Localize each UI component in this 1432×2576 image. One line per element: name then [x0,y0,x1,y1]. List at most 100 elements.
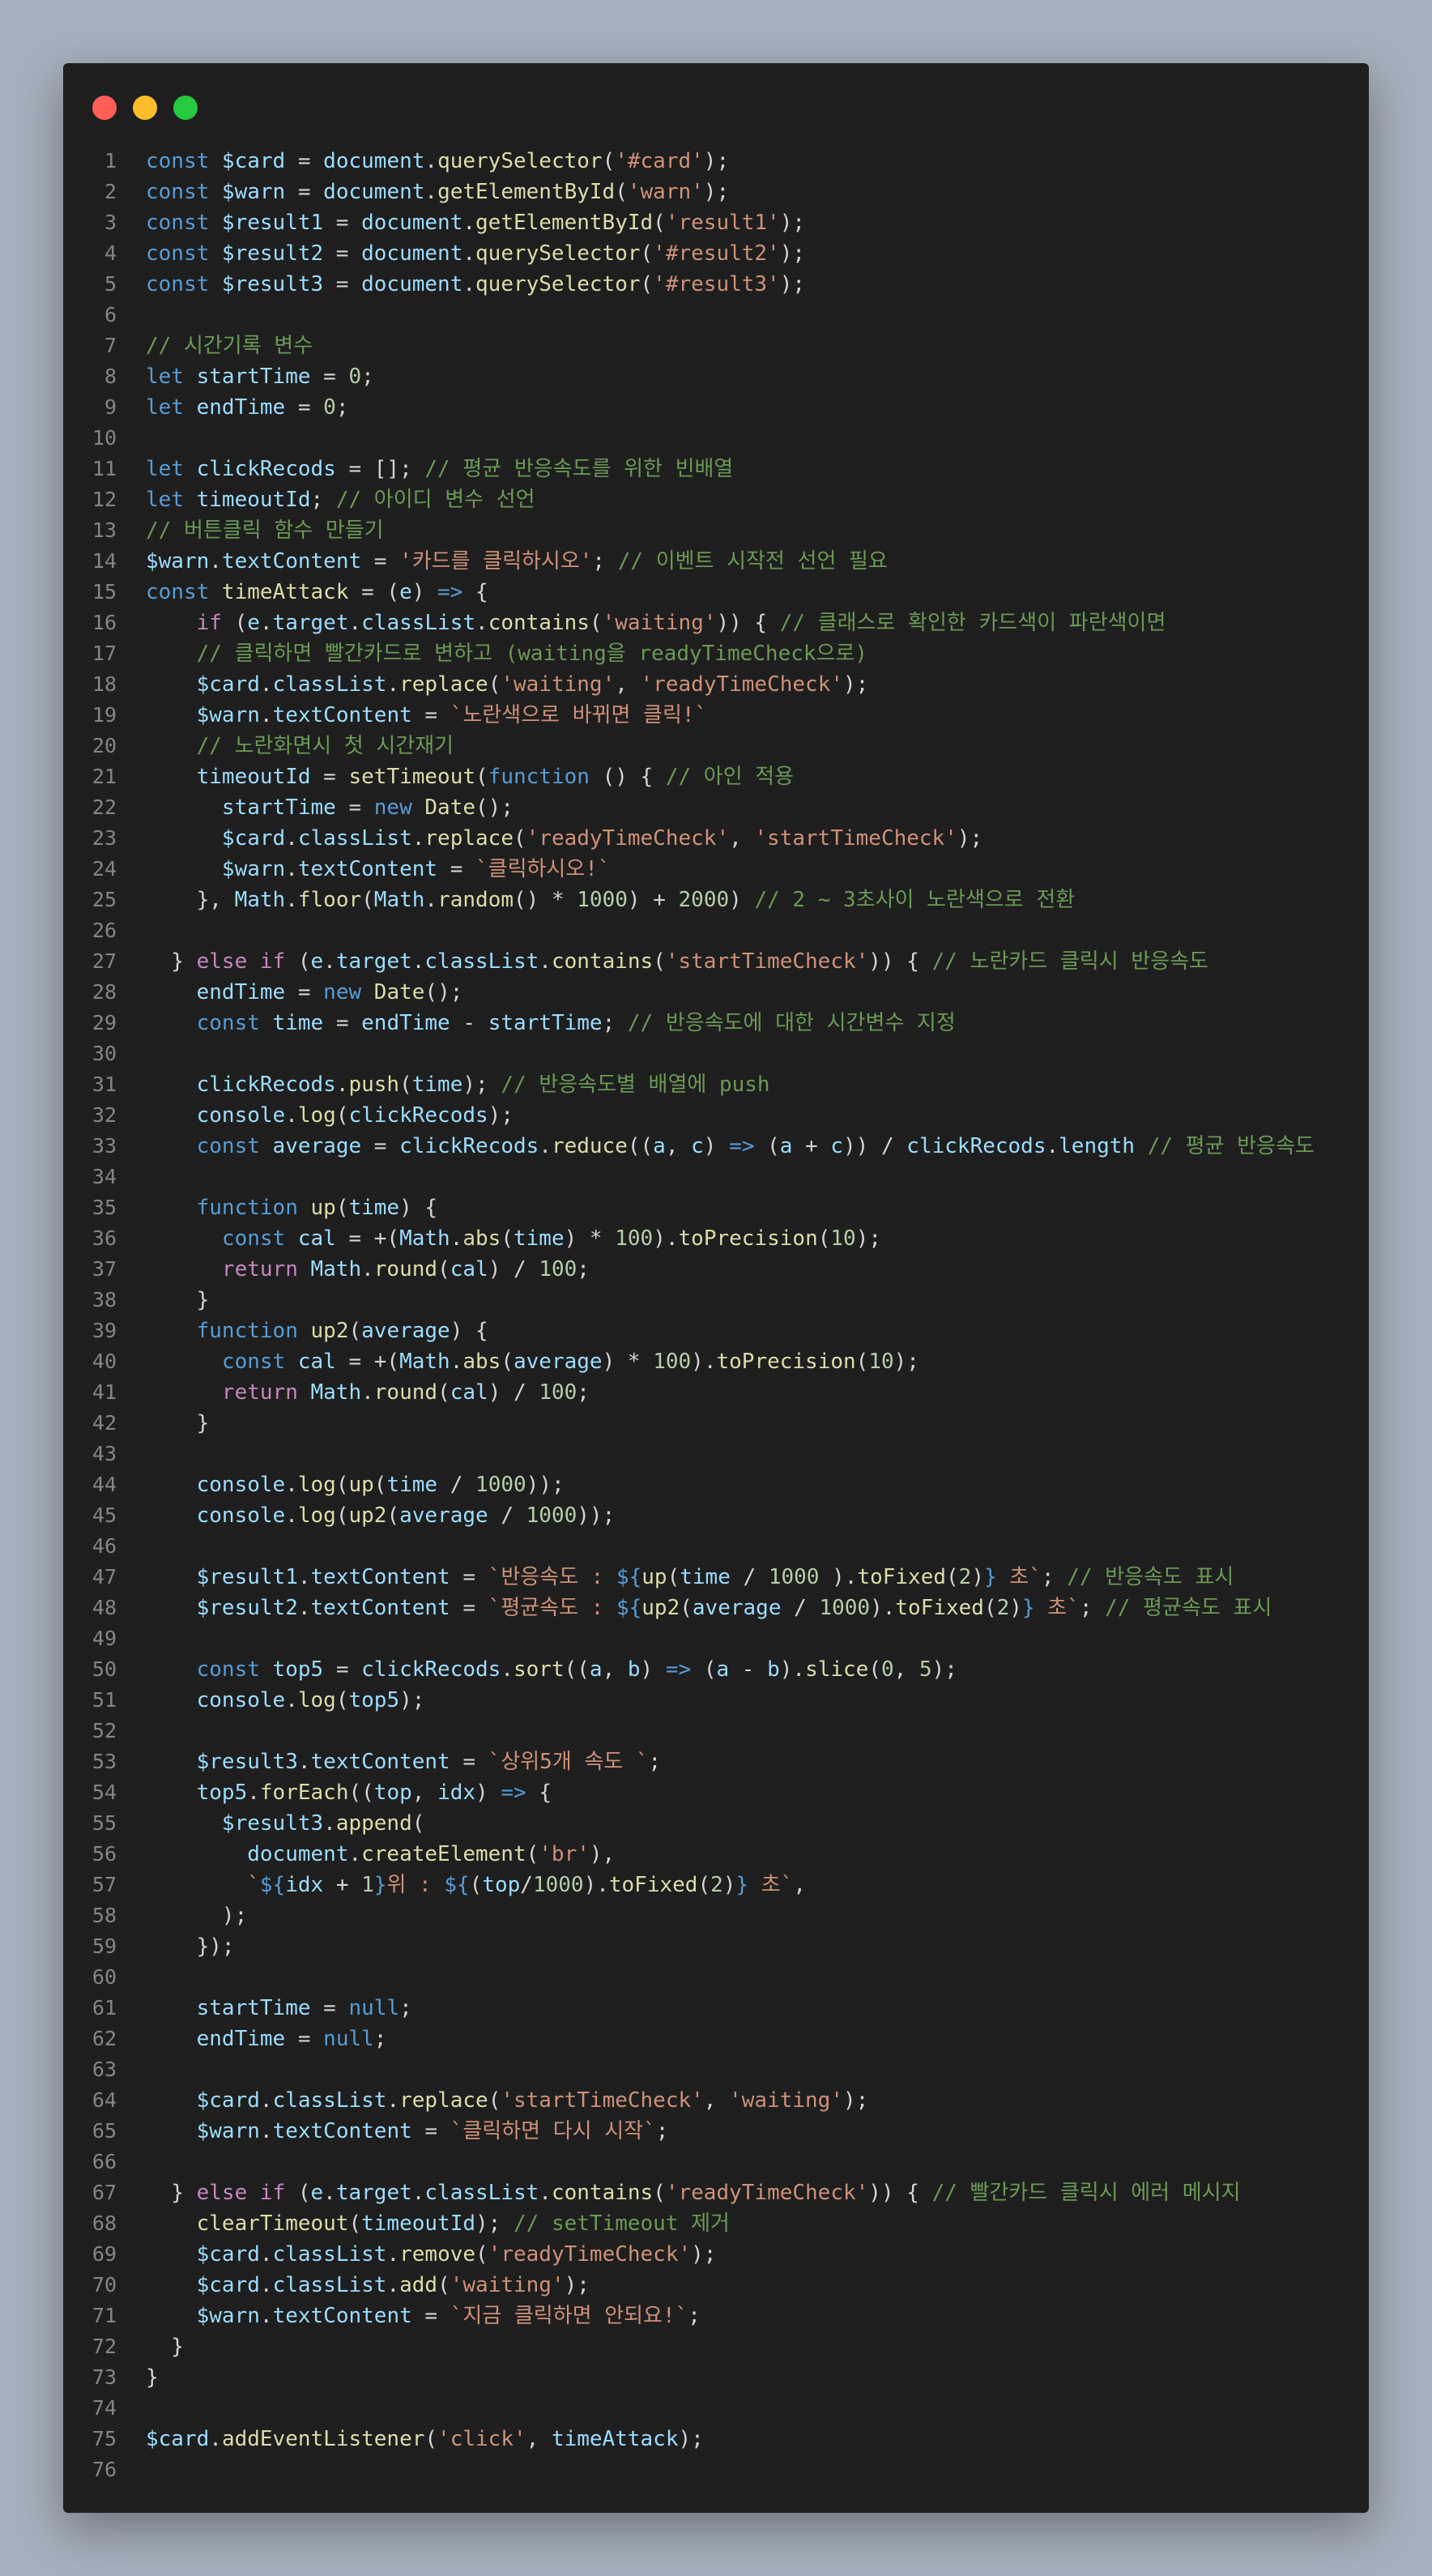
line-number: 34 [92,1165,117,1188]
line-number: 69 [92,2242,117,2266]
line-code: let timeoutId; // 아이디 변수 선언 [146,488,535,512]
line-code: $card.classList.replace('readyTimeCheck'… [221,826,983,851]
line-code: top5.forEach((top, idx) => { [196,1781,552,1805]
line-code: const $warn = document.getElementById('w… [146,180,730,204]
line-number: 7 [104,334,117,357]
line-number: 68 [92,2211,117,2235]
code-line: 50 const top5 = clickRecods.sort((a, b) … [63,1654,1369,1685]
code-line: 19 $warn.textContent = `노란색으로 바뀌면 클릭!` [63,700,1369,731]
code-line: 59 }); [63,1931,1369,1962]
line-code: // 클릭하면 빨간카드로 변하고 (waiting을 readyTimeChe… [196,642,868,666]
code-line: 29 const time = endTime - startTime; // … [63,1008,1369,1039]
line-number: 23 [92,826,117,850]
line-code: timeoutId = setTimeout(function () { // … [196,765,795,789]
line-code: // 시간기록 변수 [146,334,313,358]
code-line: 56 document.createElement('br'), [63,1839,1369,1870]
line-code: const top5 = clickRecods.sort((a, b) => … [196,1657,957,1682]
code-line: 45 console.log(up2(average / 1000)); [63,1500,1369,1531]
line-code: return Math.round(cal) / 100; [221,1380,590,1405]
line-number: 59 [92,1934,117,1958]
code-line: 57 `${idx + 1}위 : ${(top/1000).toFixed(2… [63,1870,1369,1900]
line-number: 56 [92,1842,117,1866]
line-number: 72 [92,2335,117,2358]
close-window-button[interactable] [92,96,117,120]
line-code: } else if (e.target.classList.contains('… [146,949,1208,974]
code-line: 52 [63,1716,1369,1746]
code-line: 24 $warn.textContent = `클릭하시오!` [63,854,1369,885]
line-code: // 버튼클릭 함수 만들기 [146,518,384,543]
line-code: clearTimeout(timeoutId); // setTimeout 제… [196,2211,730,2236]
code-line: 44 console.log(up(time / 1000)); [63,1469,1369,1500]
line-number: 65 [92,2119,117,2143]
line-number: 39 [92,1319,117,1342]
line-code: $result3.append( [221,1811,425,1836]
line-code: console.log(up2(average / 1000)); [196,1503,616,1528]
code-window: 1 const $card = document.querySelector('#… [63,63,1369,2513]
line-number: 74 [92,2396,117,2420]
line-number: 32 [92,1103,117,1127]
line-code: console.log(up(time / 1000)); [196,1473,565,1497]
line-number: 66 [92,2150,117,2173]
line-code: let startTime = 0; [146,365,374,389]
line-number: 38 [92,1288,117,1311]
code-line: 71 $warn.textContent = `지금 클릭하면 안되요!`; [63,2301,1369,2331]
line-number: 51 [92,1688,117,1712]
line-code: } [146,2365,159,2390]
line-number: 18 [92,672,117,696]
line-code: let clickRecods = []; // 평균 반응속도를 위한 빈배열 [146,457,734,481]
line-number: 47 [92,1565,117,1589]
line-number: 4 [104,241,117,265]
line-code: $result2.textContent = `평균속도 : ${up2(ave… [196,1596,1272,1620]
code-line: 62 endTime = null; [63,2024,1369,2054]
line-number: 20 [92,734,117,757]
minimize-window-button[interactable] [133,96,157,120]
line-code: const timeAttack = (e) => { [146,580,488,604]
line-code: $card.classList.add('waiting'); [196,2273,590,2297]
line-number: 8 [104,365,117,388]
code-line: 46 [63,1531,1369,1562]
line-number: 75 [92,2427,117,2450]
line-number: 73 [92,2365,117,2389]
code-line: 30 [63,1039,1369,1069]
line-number: 61 [92,1996,117,2019]
code-line: 14 $warn.textContent = '카드를 클릭하시오'; // 이벤… [63,546,1369,577]
line-code: const $result3 = document.querySelector(… [146,272,806,296]
line-number: 27 [92,949,117,973]
code-line: 60 [63,1962,1369,1993]
line-code: $warn.textContent = `클릭하시오!` [221,857,611,881]
line-code: $card.classList.replace('startTimeCheck'… [196,2088,869,2113]
line-number: 26 [92,919,117,942]
line-code: $warn.textContent = `노란색으로 바뀌면 클릭!` [196,703,708,727]
line-number: 71 [92,2304,117,2327]
line-code: const $result1 = document.getElementById… [146,211,806,235]
line-number: 42 [92,1411,117,1435]
maximize-window-button[interactable] [173,96,198,120]
line-code: $result3.textContent = `상위5개 속도 `; [196,1750,662,1774]
line-number: 57 [92,1873,117,1896]
line-number: 67 [92,2181,117,2204]
line-code: } else if (e.target.classList.contains('… [146,2181,1241,2205]
line-code: startTime = new Date(); [221,795,514,820]
code-line: 27 } else if (e.target.classList.contain… [63,946,1369,977]
code-editor[interactable]: 1 const $card = document.querySelector('#… [63,146,1369,2485]
code-line: 28 endTime = new Date(); [63,977,1369,1008]
line-number: 52 [92,1719,117,1742]
code-line: 53 $result3.textContent = `상위5개 속도 `; [63,1746,1369,1777]
line-code: let endTime = 0; [146,395,349,420]
line-number: 5 [104,272,117,296]
line-code: clickRecods.push(time); // 반응속도별 배열에 pus… [196,1073,770,1097]
line-number: 16 [92,611,117,634]
code-line: 41 return Math.round(cal) / 100; [63,1377,1369,1408]
code-line: 13 // 버튼클릭 함수 만들기 [63,515,1369,546]
line-number: 35 [92,1196,117,1219]
line-code: return Math.round(cal) / 100; [221,1257,590,1282]
line-number: 29 [92,1011,117,1034]
line-code: } [146,1288,210,1312]
line-number: 28 [92,980,117,1004]
line-number: 70 [92,2273,117,2297]
code-line: 8 let startTime = 0; [63,361,1369,392]
line-number: 53 [92,1750,117,1773]
line-number: 9 [104,395,117,419]
code-line: 73} [63,2362,1369,2393]
line-code: endTime = null; [196,2027,387,2051]
